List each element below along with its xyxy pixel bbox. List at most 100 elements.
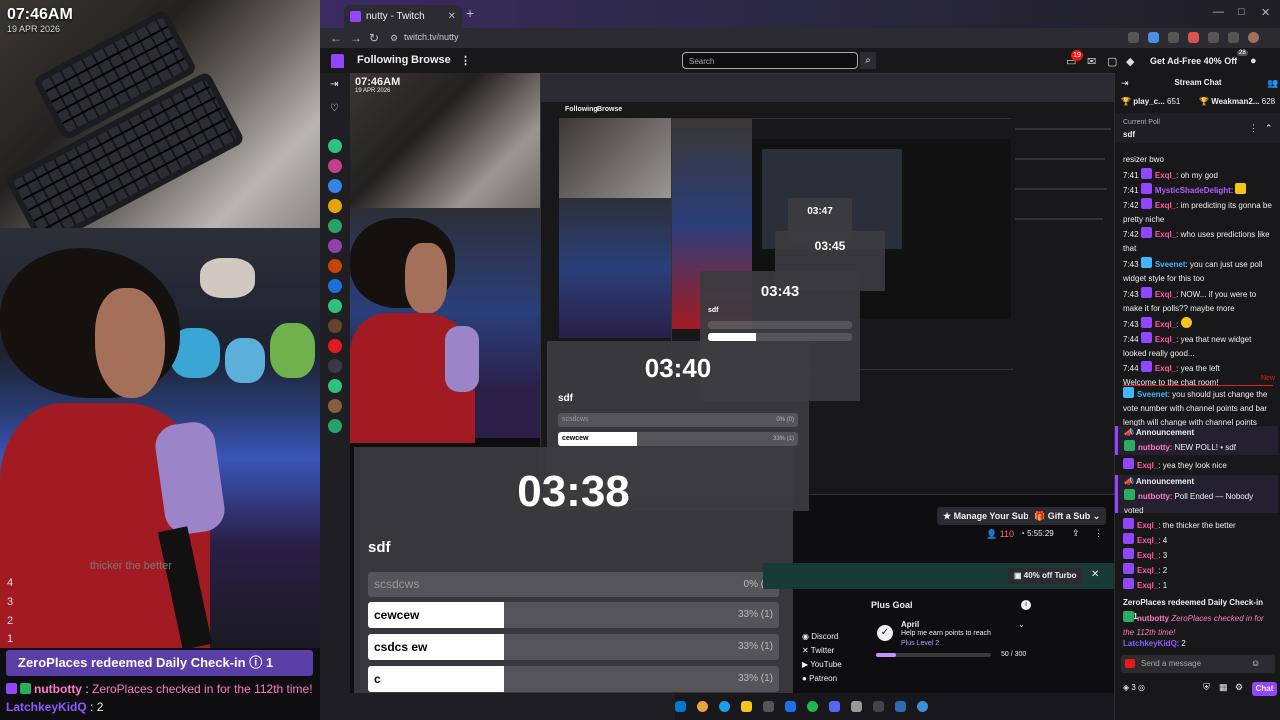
- channel-avatar[interactable]: [328, 419, 342, 433]
- shield-icon[interactable]: ⛨: [1203, 682, 1210, 693]
- search-icon[interactable]: ⌕: [860, 52, 876, 69]
- channel-avatar[interactable]: [328, 199, 342, 213]
- whispers-icon[interactable]: ▢: [1107, 55, 1117, 68]
- user-menu-icon[interactable]: ●: [1250, 55, 1257, 67]
- chat-username[interactable]: Exql_: [1137, 566, 1158, 575]
- extension-icon[interactable]: [1228, 32, 1239, 43]
- spotify-icon[interactable]: [807, 701, 818, 712]
- channel-avatar[interactable]: [328, 279, 342, 293]
- chat-username[interactable]: MysticShadeDelight: [1155, 186, 1231, 195]
- channel-avatar[interactable]: [328, 339, 342, 353]
- search-input[interactable]: Search: [682, 52, 858, 69]
- close-window-icon[interactable]: ✕: [1261, 6, 1270, 19]
- chat-username[interactable]: Exql_: [1155, 335, 1176, 344]
- channel-avatar[interactable]: [328, 379, 342, 393]
- leaderboard-item[interactable]: 🏆 Weakman2... 628: [1199, 97, 1275, 106]
- channel-avatar[interactable]: [328, 259, 342, 273]
- nav-browse[interactable]: Browse: [411, 54, 451, 66]
- chat-username[interactable]: Exql_: [1155, 320, 1176, 329]
- channel-avatar[interactable]: [328, 299, 342, 313]
- chat-username[interactable]: LatchkeyKidQ: [1123, 639, 1177, 648]
- turbo-button[interactable]: ▣ 40% off Turbo: [1008, 568, 1083, 584]
- chat-username[interactable]: Exql_: [1137, 536, 1158, 545]
- minimize-icon[interactable]: —: [1213, 6, 1224, 18]
- close-tab-icon[interactable]: ✕: [448, 5, 456, 28]
- chat-users-icon[interactable]: 👥: [1267, 78, 1278, 89]
- back-icon[interactable]: ←: [330, 31, 342, 45]
- emote-picker-icon[interactable]: ☺: [1251, 658, 1260, 668]
- chat-username[interactable]: Exql_: [1155, 230, 1176, 239]
- manage-sub-button[interactable]: ★ Manage Your Sub: [937, 507, 1035, 525]
- more-options-icon[interactable]: ⋮: [1094, 528, 1103, 539]
- link-patreon[interactable]: ● Patreon: [802, 674, 837, 683]
- discord-icon[interactable]: [829, 701, 840, 712]
- link-discord[interactable]: ◉ Discord: [802, 632, 838, 641]
- app-icon[interactable]: [763, 701, 774, 712]
- chat-username[interactable]: Exql_: [1137, 461, 1158, 470]
- new-tab-icon[interactable]: +: [466, 5, 474, 21]
- extension-icon[interactable]: [1168, 32, 1179, 43]
- app-icon[interactable]: [895, 701, 906, 712]
- chat-username[interactable]: Sveenet: [1137, 390, 1168, 399]
- channel-avatar[interactable]: [328, 159, 342, 173]
- chat-username[interactable]: nutbotty: [1138, 443, 1170, 452]
- channel-avatar[interactable]: [328, 399, 342, 413]
- followed-icon[interactable]: ♡: [330, 103, 339, 114]
- channel-avatar[interactable]: [328, 319, 342, 333]
- link-twitter[interactable]: ✕ Twitter: [802, 646, 834, 655]
- forward-icon[interactable]: →: [350, 31, 362, 45]
- goal-expand-icon[interactable]: ⌄: [1018, 620, 1025, 629]
- chat-username[interactable]: Exql_: [1137, 551, 1158, 560]
- channel-points[interactable]: ◈ 3 ◎: [1123, 683, 1145, 692]
- channel-avatar[interactable]: [328, 139, 342, 153]
- tab-twitch[interactable]: nutty - Twitch ✕: [344, 5, 462, 28]
- channel-avatar[interactable]: [328, 359, 342, 373]
- info-icon[interactable]: i: [1021, 600, 1031, 610]
- gift-sub-button[interactable]: 🎁 Gift a Sub ⌄: [1028, 507, 1107, 525]
- site-info-icon[interactable]: ⚙: [390, 33, 398, 44]
- channel-avatar[interactable]: [328, 179, 342, 193]
- nav-following[interactable]: Following: [357, 54, 408, 66]
- chat-username[interactable]: Exql_: [1155, 290, 1176, 299]
- profile-avatar[interactable]: [1248, 32, 1259, 43]
- chat-username[interactable]: Sveenet: [1155, 260, 1186, 269]
- chat-username[interactable]: Exql_: [1155, 171, 1176, 180]
- chat-username[interactable]: Exql_: [1137, 581, 1158, 590]
- chrome-icon[interactable]: [697, 701, 708, 712]
- more-menu-icon[interactable]: ⋮: [460, 54, 471, 67]
- gift-icon[interactable]: ▦: [1219, 682, 1228, 693]
- url-field[interactable]: twitch.tv/nutty: [404, 32, 459, 42]
- chat-username[interactable]: nutbotty: [1138, 492, 1170, 501]
- app-icon[interactable]: [785, 701, 796, 712]
- reload-icon[interactable]: ↻: [369, 31, 379, 45]
- app-icon[interactable]: [917, 701, 928, 712]
- app-icon[interactable]: [851, 701, 862, 712]
- share-icon[interactable]: ⇪: [1072, 528, 1080, 539]
- current-poll-banner[interactable]: Current Poll sdf ⋮ ⌃: [1115, 113, 1280, 143]
- settings-icon[interactable]: ⚙: [1235, 682, 1243, 693]
- mail-icon[interactable]: ✉: [1087, 55, 1096, 68]
- channel-avatar[interactable]: [328, 219, 342, 233]
- chat-username[interactable]: Exql_: [1155, 364, 1176, 373]
- chat-send-button[interactable]: Chat: [1252, 682, 1277, 696]
- extension-icon[interactable]: [1128, 32, 1139, 43]
- chat-username[interactable]: Exql_: [1155, 201, 1176, 210]
- app-icon[interactable]: [873, 701, 884, 712]
- channel-avatar[interactable]: [328, 239, 342, 253]
- extension-icon[interactable]: [1148, 32, 1159, 43]
- chat-badge-icon[interactable]: [1125, 659, 1135, 668]
- link-youtube[interactable]: ▶ YouTube: [802, 660, 842, 669]
- ad-free-button[interactable]: Get Ad-Free 40% Off: [1150, 56, 1237, 66]
- extension-icon[interactable]: [1188, 32, 1199, 43]
- start-icon[interactable]: [675, 701, 686, 712]
- chat-username[interactable]: nutbotty: [1137, 614, 1169, 623]
- edge-icon[interactable]: [719, 701, 730, 712]
- extension-icon[interactable]: [1208, 32, 1219, 43]
- maximize-icon[interactable]: □: [1238, 6, 1245, 18]
- bits-icon[interactable]: ◆: [1126, 55, 1134, 68]
- poll-menu-icon[interactable]: ⋮: [1249, 123, 1258, 134]
- leaderboard-item[interactable]: 🏆 play_c... 651: [1121, 97, 1180, 106]
- folder-icon[interactable]: [741, 701, 752, 712]
- close-turbo-icon[interactable]: ✕: [1091, 569, 1099, 580]
- twitch-logo-icon[interactable]: [331, 54, 344, 68]
